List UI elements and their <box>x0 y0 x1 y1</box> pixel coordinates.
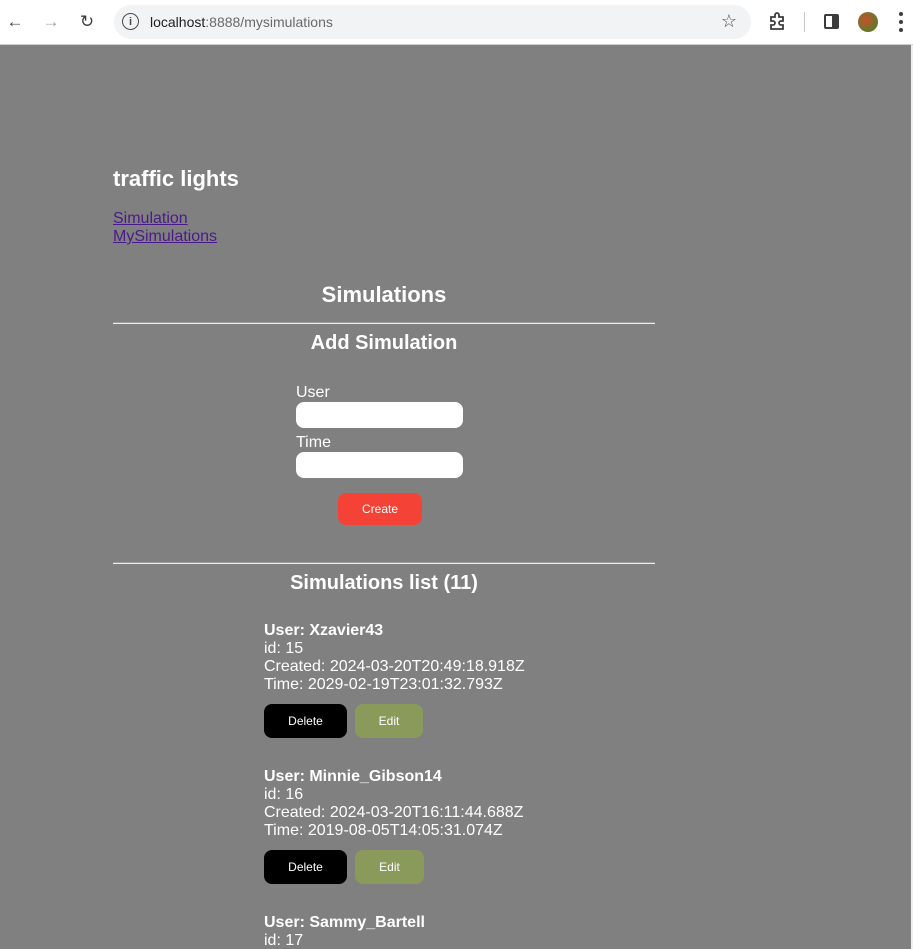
add-simulation-heading: Add Simulation <box>310 332 458 354</box>
forward-arrow-icon[interactable]: → <box>40 11 62 33</box>
extensions-puzzle-icon[interactable] <box>768 11 788 31</box>
edit-button[interactable]: Edit <box>355 704 423 738</box>
url-host: localhost <box>150 14 206 30</box>
create-button[interactable]: Create <box>338 493 422 525</box>
site-info-icon[interactable]: i <box>122 13 139 30</box>
sim-id: id: 15 <box>264 640 304 657</box>
sim-time: Time: 2019-08-05T14:05:31.074Z <box>264 822 503 839</box>
delete-button[interactable]: Delete <box>264 704 347 738</box>
sim-time: Time: 2029-02-19T23:01:32.793Z <box>264 676 503 693</box>
user-input[interactable] <box>296 402 463 428</box>
side-panel-icon[interactable] <box>824 14 839 29</box>
sim-user: User: Sammy_Bartell <box>264 914 425 931</box>
sim-id: id: 17 <box>264 932 304 949</box>
divider-list <box>113 562 655 564</box>
url-text[interactable]: localhost:8888/mysimulations <box>150 14 333 30</box>
kebab-menu-icon[interactable] <box>899 12 903 32</box>
nav-link-simulation[interactable]: Simulation <box>113 210 188 228</box>
profile-avatar[interactable] <box>858 12 878 32</box>
sim-created: Created: 2024-03-20T16:11:44.688Z <box>264 804 524 821</box>
sim-user: User: Xzavier43 <box>264 622 384 639</box>
user-field-label: User <box>296 384 330 401</box>
divider-top <box>113 322 655 324</box>
back-arrow-icon[interactable]: ← <box>4 11 26 33</box>
list-item: User: Xzavier43 id: 15 Created: 2024-03-… <box>264 622 525 738</box>
toolbar-divider <box>804 12 805 32</box>
sim-created: Created: 2024-03-20T20:49:18.918Z <box>264 658 525 675</box>
page-heading: Simulations <box>321 282 447 307</box>
time-field-label: Time <box>296 434 331 451</box>
sim-user: User: Minnie_Gibson14 <box>264 768 442 785</box>
url-path: :8888/mysimulations <box>205 14 333 30</box>
edit-button[interactable]: Edit <box>355 850 424 884</box>
time-input[interactable] <box>296 452 463 478</box>
address-bar[interactable]: i localhost:8888/mysimulations ☆ <box>114 5 751 39</box>
browser-toolbar: ← → ↻ i localhost:8888/mysimulations ☆ <box>0 0 913 45</box>
bookmark-star-icon[interactable]: ☆ <box>721 11 737 32</box>
delete-button[interactable]: Delete <box>264 850 347 884</box>
sim-id: id: 16 <box>264 786 304 803</box>
list-item: User: Sammy_Bartell id: 17 <box>264 914 425 949</box>
nav-link-mysimulations[interactable]: MySimulations <box>113 228 217 246</box>
list-item: User: Minnie_Gibson14 id: 16 Created: 20… <box>264 768 523 884</box>
app-title: traffic lights <box>113 166 239 191</box>
simulations-list-heading: Simulations list (11) <box>290 572 478 594</box>
reload-icon[interactable]: ↻ <box>76 11 98 33</box>
